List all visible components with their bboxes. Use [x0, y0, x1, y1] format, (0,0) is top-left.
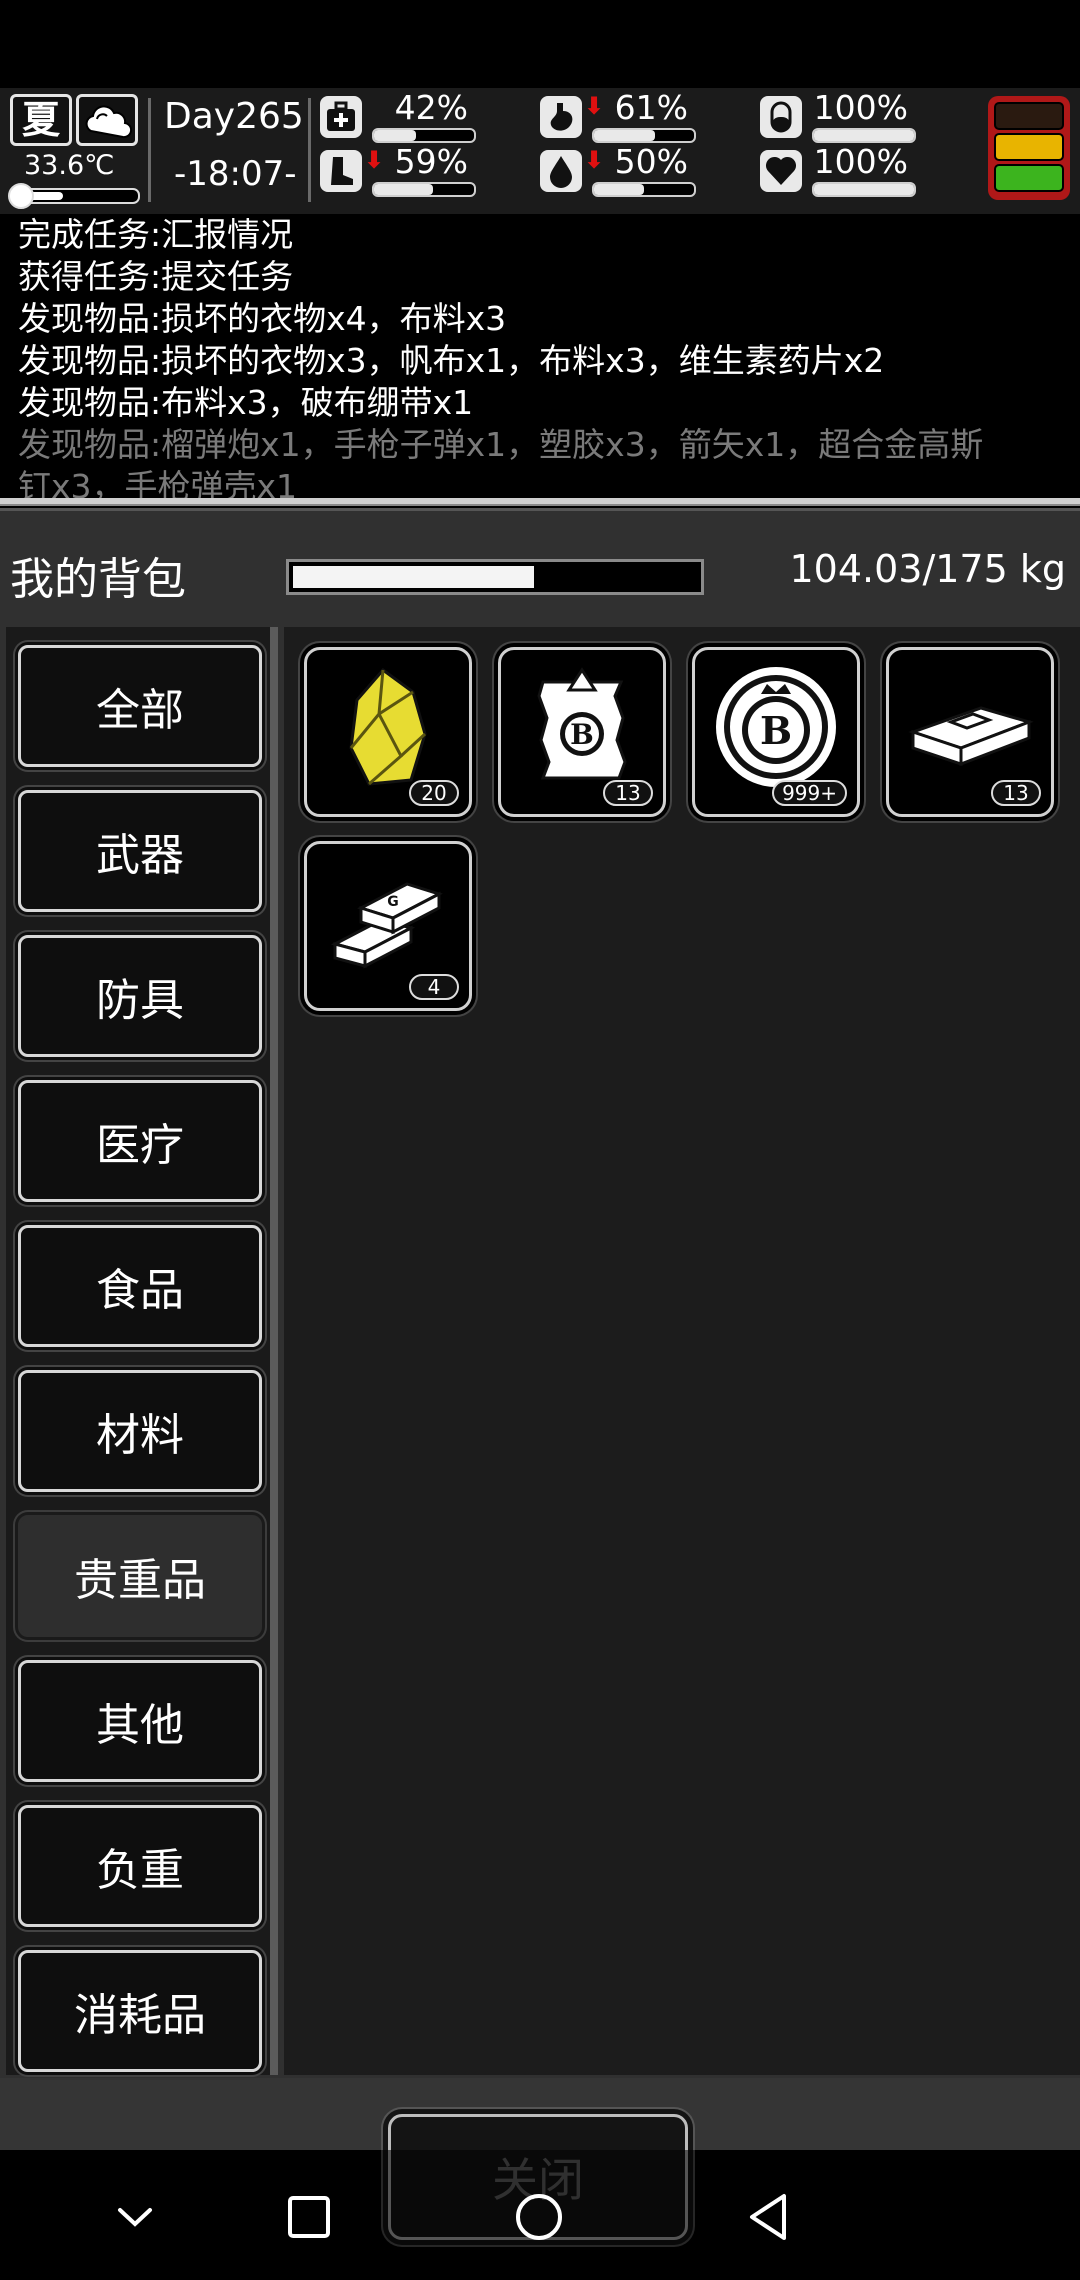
stat-value: 100%	[813, 88, 908, 127]
backpack-panel: 我的背包 104.03/175 kg 全部武器防具医疗食品材料贵重品其他负重消耗…	[0, 508, 1080, 2081]
item-count-badge: 4	[409, 974, 459, 1000]
category-button[interactable]: 负重	[18, 1805, 262, 1927]
system-navigation-bar	[0, 2150, 1080, 2280]
heart-icon	[760, 150, 802, 192]
stat-hunger[interactable]: ⬇ 61%	[540, 88, 696, 146]
stat-mood[interactable]: 100%	[760, 142, 916, 200]
thermometer-icon	[8, 183, 34, 209]
recents-icon[interactable]	[282, 2190, 336, 2244]
stat-health[interactable]: 42%	[320, 88, 476, 146]
pill-icon	[760, 96, 802, 138]
log-line: 钉x3，手枪弹壳x1	[18, 467, 298, 502]
hud-divider	[148, 98, 151, 202]
stat-value: 100%	[813, 142, 908, 181]
weight-progress-bar	[286, 559, 704, 595]
threat-segment-mid	[994, 133, 1064, 161]
back-icon[interactable]	[742, 2190, 796, 2244]
hud-divider	[308, 98, 311, 202]
home-icon[interactable]	[512, 2190, 566, 2244]
item-count-badge: 13	[603, 780, 653, 806]
log-line: 发现物品:损坏的衣物x4，布料x3	[18, 299, 507, 338]
category-button[interactable]: 防具	[18, 935, 262, 1057]
svg-text:G: G	[387, 894, 399, 910]
category-button[interactable]: 医疗	[18, 1080, 262, 1202]
inventory-slot[interactable]: 20	[304, 647, 472, 817]
category-button[interactable]: 食品	[18, 1225, 262, 1347]
stat-bar	[812, 128, 916, 143]
stat-bar	[372, 128, 476, 143]
panel-title: 我的背包	[10, 554, 186, 605]
item-grid: 20 B 13 B 999+ 13 G 4	[284, 627, 1080, 2075]
category-button[interactable]: 材料	[18, 1370, 262, 1492]
status-hud: 夏 33.6℃ Day265 -18:07- 42% ⬇ 61% 100% ⬇ 59% ⬇ 5…	[0, 88, 1080, 214]
category-button[interactable]: 武器	[18, 790, 262, 912]
stat-bar	[592, 128, 696, 143]
stat-thirst[interactable]: ⬇ 50%	[540, 142, 696, 200]
inventory-slot[interactable]: B 999+	[692, 647, 860, 817]
stat-value: 59%	[394, 142, 468, 181]
category-button[interactable]: 全部	[18, 645, 262, 767]
category-button[interactable]: 其他	[18, 1660, 262, 1782]
threat-level-indicator[interactable]	[988, 96, 1070, 200]
log-line: 完成任务:汇报情况	[18, 215, 294, 254]
day-counter: Day265	[164, 96, 304, 137]
collapse-icon[interactable]	[108, 2190, 162, 2244]
down-arrow-icon: ⬇	[364, 146, 385, 174]
category-scroll-edge	[270, 627, 278, 2075]
temperature-value: 33.6℃	[24, 150, 115, 181]
weight-value: 104.03/175 kg	[789, 547, 1066, 591]
stat-value: 61%	[614, 88, 688, 127]
inventory-slot[interactable]: G4	[304, 841, 472, 1011]
log-line: 发现物品:损坏的衣物x3，帆布x1，布料x3，维生素药片x2	[18, 341, 885, 380]
season-badge: 夏	[10, 94, 72, 146]
stat-bar	[592, 182, 696, 197]
log-line: 获得任务:提交任务	[18, 257, 294, 296]
stat-value: 50%	[614, 142, 688, 181]
item-count-badge: 20	[409, 780, 459, 806]
down-arrow-icon: ⬇	[584, 146, 605, 174]
item-count-badge: 13	[991, 780, 1041, 806]
stat-stamina[interactable]: ⬇ 59%	[320, 142, 476, 200]
stat-bar	[812, 182, 916, 197]
water-drop-icon	[540, 150, 582, 192]
inventory-slot[interactable]: 13	[886, 647, 1054, 817]
item-count-badge: 999+	[772, 780, 847, 806]
clock: -18:07-	[174, 154, 297, 194]
log-divider	[0, 498, 1080, 506]
category-button[interactable]: 消耗品	[18, 1950, 262, 2072]
threat-segment-top	[994, 102, 1064, 130]
log-line: 发现物品:布料x3，破布绷带x1	[18, 383, 474, 422]
threat-segment-bottom	[994, 164, 1064, 192]
inventory-slot[interactable]: B 13	[498, 647, 666, 817]
boot-icon	[320, 150, 362, 192]
log-line: 发现物品:榴弹炮x1，手枪子弹x1，塑胶x3，箭矢x1，超合金高斯	[18, 425, 984, 464]
stat-value: 42%	[394, 88, 468, 127]
medkit-icon	[320, 96, 362, 138]
svg-text:B: B	[570, 718, 594, 751]
category-list: 全部武器防具医疗食品材料贵重品其他负重消耗品	[6, 627, 278, 2075]
message-log[interactable]: 完成任务:汇报情况 获得任务:提交任务 发现物品:损坏的衣物x4，布料x3 发现…	[0, 214, 1080, 502]
stat-medicine[interactable]: 100%	[760, 88, 916, 146]
stomach-icon	[540, 96, 582, 138]
category-button[interactable]: 贵重品	[18, 1515, 262, 1637]
stat-bar	[372, 182, 476, 197]
svg-text:B: B	[760, 708, 792, 753]
cloudy-weather-icon	[76, 94, 138, 146]
down-arrow-icon: ⬇	[584, 92, 605, 120]
